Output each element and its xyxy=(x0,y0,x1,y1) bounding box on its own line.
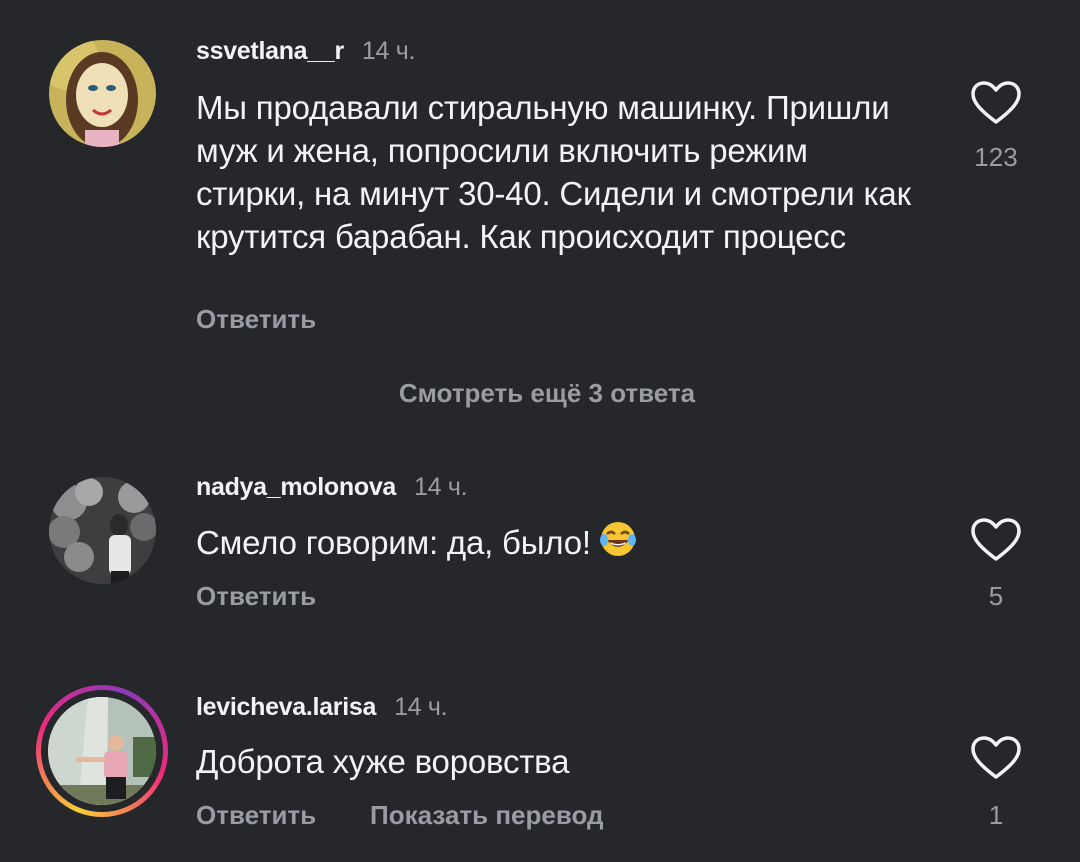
comment-time: 14 ч. xyxy=(361,37,416,65)
comment-username[interactable]: levicheva.larisa 14 ч. xyxy=(196,693,448,722)
like-count: 123 xyxy=(974,142,1018,172)
heart-outline-icon[interactable] xyxy=(970,80,1022,126)
comment-text: Мы продавали стиральную машинку. Пришли … xyxy=(196,89,911,255)
reply-button[interactable]: Ответить xyxy=(196,581,316,612)
comment-text-content: Смело говорим: да, было! xyxy=(196,524,591,561)
avatar[interactable] xyxy=(49,40,156,147)
view-more-replies-button[interactable]: Смотреть ещё 3 ответа xyxy=(0,378,1080,409)
face-with-tears-of-joy-icon xyxy=(599,520,637,568)
like-button[interactable] xyxy=(970,80,1022,126)
story-ring[interactable] xyxy=(36,685,168,817)
comment-time: 14 ч. xyxy=(394,693,448,721)
avatar[interactable] xyxy=(49,477,156,584)
comment-text: Смело говорим: да, было! xyxy=(196,520,916,568)
heart-outline-icon[interactable] xyxy=(970,517,1022,563)
username-text[interactable]: ssvetlana__r xyxy=(196,37,344,65)
comment-text: Доброта хуже воровства xyxy=(196,743,570,780)
comment-username[interactable]: ssvetlana__r 14 ч. xyxy=(196,37,415,66)
reply-button[interactable]: Ответить xyxy=(196,800,316,831)
avatar[interactable] xyxy=(48,697,156,805)
username-text[interactable]: nadya_molonova xyxy=(196,473,396,501)
like-button[interactable] xyxy=(970,735,1022,781)
comment-item: ssvetlana__r 14 ч. Мы продавали стиральну… xyxy=(0,0,1080,360)
reply-button[interactable]: Ответить xyxy=(196,304,316,335)
like-count: 1 xyxy=(988,800,1004,830)
like-button[interactable] xyxy=(970,517,1022,563)
like-count: 5 xyxy=(988,581,1004,611)
comment-time: 14 ч. xyxy=(414,473,468,501)
username-text[interactable]: levicheva.larisa xyxy=(196,693,376,721)
comment-item: levicheva.larisa 14 ч. Доброта хуже воров… xyxy=(0,680,1080,862)
comment-item: nadya_molonova 14 ч. Смело говорим: да, б… xyxy=(0,460,1080,640)
heart-outline-icon[interactable] xyxy=(970,735,1022,781)
comment-username[interactable]: nadya_molonova 14 ч. xyxy=(196,473,468,502)
show-translation-button[interactable]: Показать перевод xyxy=(370,800,604,831)
